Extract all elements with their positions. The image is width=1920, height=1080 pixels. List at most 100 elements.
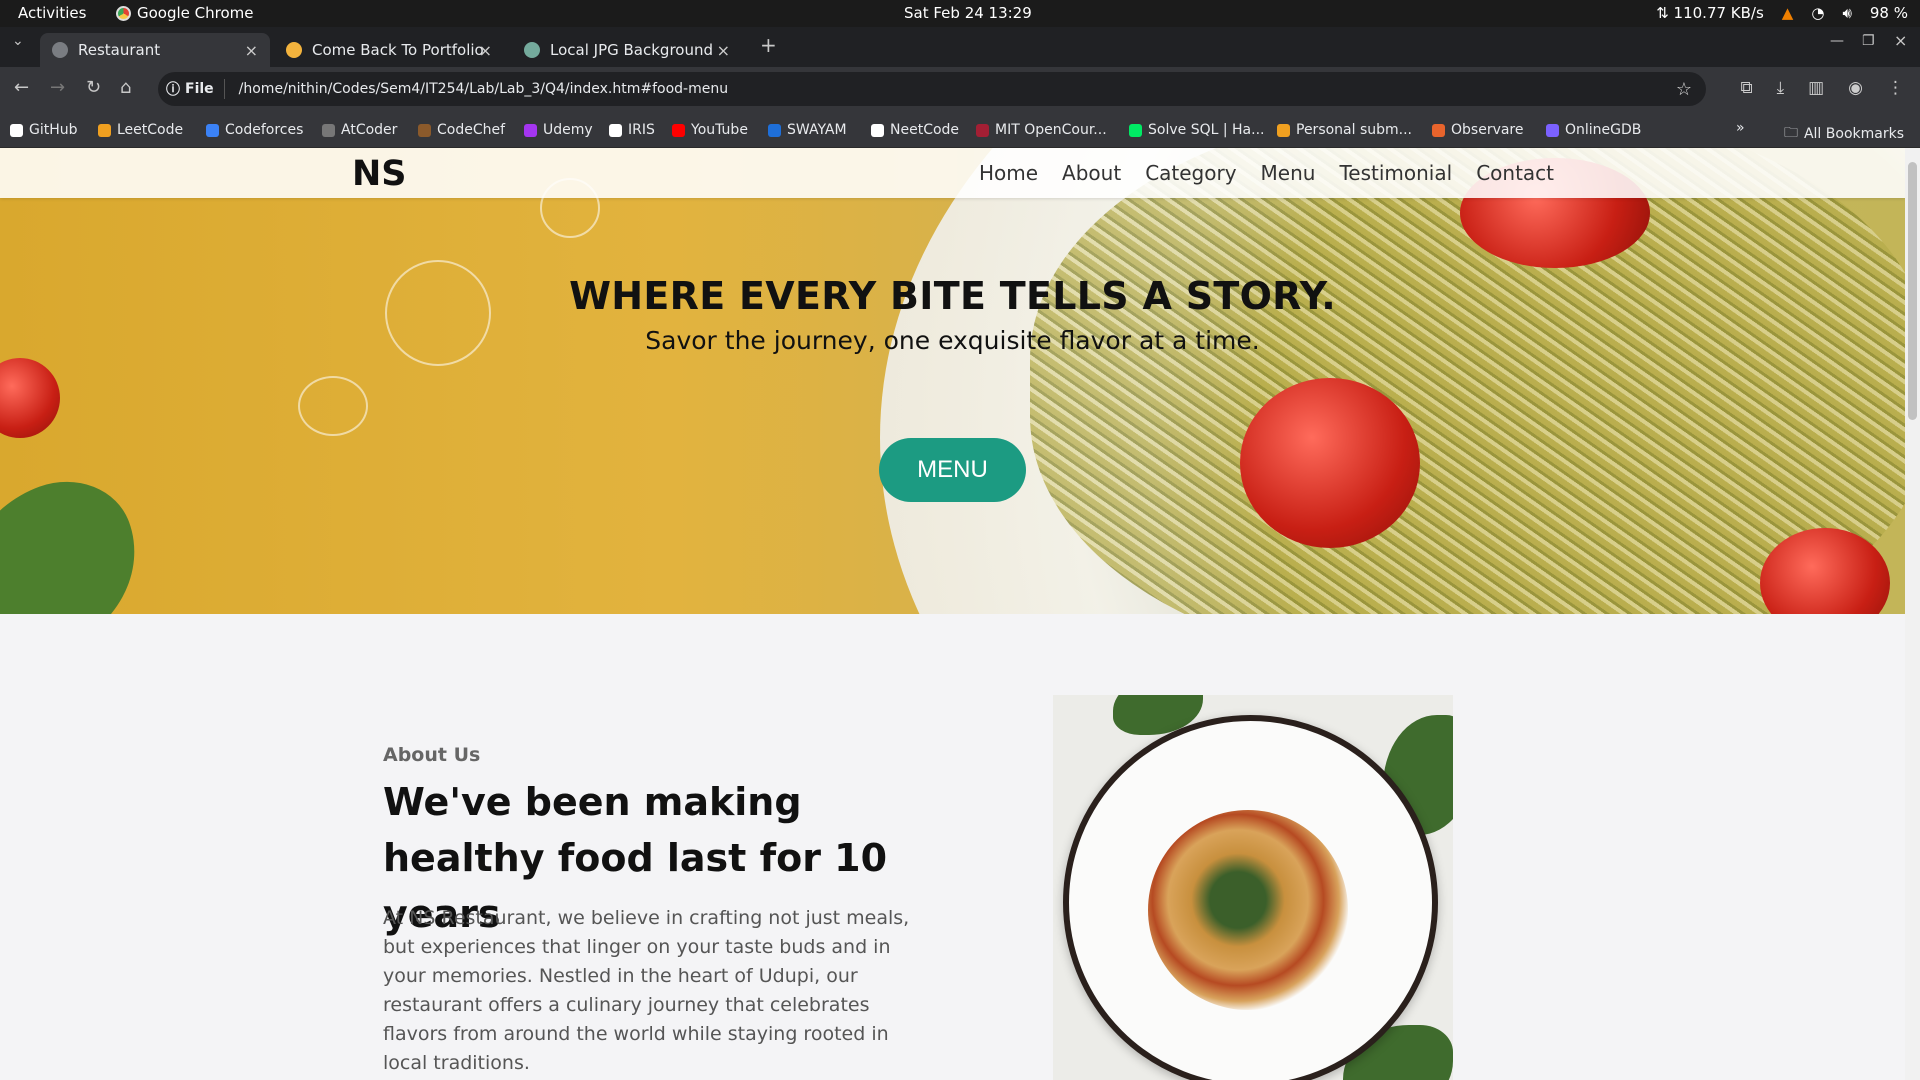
bookmark-favicon-icon	[871, 123, 884, 137]
url-text[interactable]: /home/nithin/Codes/Sem4/IT254/Lab/Lab_3/…	[239, 81, 728, 97]
site-navbar: NS Home About Category Menu Testimonial …	[0, 148, 1905, 198]
minimize-icon[interactable]: —	[1830, 33, 1844, 49]
bookmark-label: IRIS	[628, 122, 655, 138]
bookmark-star-icon[interactable]: ☆	[1676, 79, 1692, 100]
bookmark-item[interactable]: Codeforces	[206, 122, 303, 138]
bookmark-item[interactable]: Solve SQL | Ha...	[1129, 122, 1264, 138]
more-menu-icon[interactable]: ⋮	[1887, 78, 1904, 98]
clock[interactable]: Sat Feb 24 13:29	[904, 4, 1032, 22]
site-info-chip[interactable]: ⓘ File	[158, 79, 225, 99]
tab-local-jpg[interactable]: Local JPG Background A ×	[512, 33, 742, 67]
bookmarks-overflow-icon[interactable]: »	[1736, 120, 1745, 136]
bookmark-favicon-icon	[10, 123, 23, 137]
close-tab-icon[interactable]: ×	[479, 41, 492, 60]
tomato-image	[1240, 378, 1420, 548]
network-speed: ⇅ 110.77 KB/s	[1656, 4, 1764, 22]
about-paragraph: At NS Restaurant, we believe in crafting…	[383, 907, 910, 1074]
nav-link-menu[interactable]: Menu	[1261, 161, 1316, 185]
nav-link-testimonial[interactable]: Testimonial	[1339, 161, 1452, 185]
address-bar[interactable]: ⓘ File /home/nithin/Codes/Sem4/IT254/Lab…	[158, 72, 1706, 106]
close-tab-icon[interactable]: ×	[245, 41, 258, 60]
site-logo[interactable]: NS	[352, 154, 407, 194]
bookmark-item[interactable]: CodeChef	[418, 122, 505, 138]
app-name: Google Chrome	[137, 4, 254, 22]
activities-button[interactable]: Activities	[18, 4, 86, 22]
bookmark-favicon-icon	[1546, 123, 1559, 137]
vlc-icon: ▲	[1781, 4, 1794, 22]
bookmark-label: GitHub	[29, 122, 78, 138]
scrollbar-thumb[interactable]	[1908, 162, 1917, 420]
home-icon[interactable]: ⌂	[120, 77, 131, 98]
bookmark-favicon-icon	[609, 123, 622, 137]
profile-avatar[interactable]: ◉	[1848, 78, 1863, 98]
bookmark-item[interactable]: OnlineGDB	[1546, 122, 1641, 138]
bookmark-label: LeetCode	[117, 122, 184, 138]
nav-link-contact[interactable]: Contact	[1476, 161, 1554, 185]
folder-icon: 🗀	[1783, 125, 1798, 141]
chrome-icon	[116, 5, 131, 21]
bookmark-label: NeetCode	[890, 122, 960, 138]
side-panel-icon[interactable]: ▥	[1808, 78, 1824, 98]
basil-image	[0, 462, 162, 614]
tab-title: Local JPG Background A	[550, 41, 718, 59]
bookmark-favicon-icon	[98, 123, 111, 137]
toolbar-actions: ⧉ ⤓ ▥ ◉ ⋮	[1740, 78, 1904, 98]
bookmark-label: YouTube	[691, 122, 748, 138]
hero-section: NS Home About Category Menu Testimonial …	[0, 148, 1905, 614]
bookmark-label: SWAYAM	[787, 122, 847, 138]
bookmark-label: MIT OpenCour...	[995, 122, 1107, 138]
status-area[interactable]: ⇅ 110.77 KB/s ▲ ◔ 🔊︎ 98 %	[1656, 4, 1908, 22]
bookmark-item[interactable]: IRIS	[609, 122, 655, 138]
bookmark-favicon-icon	[672, 123, 685, 137]
tab-title: Come Back To Portfolio	[312, 41, 484, 59]
bookmark-item[interactable]: SWAYAM	[768, 122, 847, 138]
tab-search-icon[interactable]: ⌄	[12, 33, 24, 49]
bookmark-item[interactable]: GitHub	[10, 122, 78, 138]
bookmark-item[interactable]: Personal subm...	[1277, 122, 1412, 138]
nav-link-home[interactable]: Home	[979, 161, 1038, 185]
back-icon[interactable]: ←	[14, 77, 29, 98]
page-scrollbar[interactable]	[1905, 148, 1920, 1080]
bookmark-item[interactable]: AtCoder	[322, 122, 397, 138]
hero-subtitle: Savor the journey, one exquisite flavor …	[645, 326, 1260, 355]
close-window-icon[interactable]: ×	[1894, 31, 1907, 50]
portfolio-favicon-icon	[286, 42, 302, 58]
bookmark-item[interactable]: MIT OpenCour...	[976, 122, 1107, 138]
bookmark-favicon-icon	[418, 123, 431, 137]
bookmark-label: OnlineGDB	[1565, 122, 1642, 138]
nav-link-category[interactable]: Category	[1145, 161, 1236, 185]
menu-button[interactable]: MENU	[879, 438, 1026, 502]
page-viewport: NS Home About Category Menu Testimonial …	[0, 148, 1905, 1080]
reload-icon[interactable]: ↻	[86, 77, 101, 98]
globe-icon	[52, 42, 68, 58]
bookmark-item[interactable]: LeetCode	[98, 122, 183, 138]
bookmark-favicon-icon	[524, 123, 537, 137]
fusilli-pasta-image	[1148, 810, 1348, 1010]
download-icon[interactable]: ⤓	[1777, 78, 1785, 98]
new-tab-icon[interactable]: +	[760, 33, 777, 57]
bookmark-item[interactable]: Udemy	[524, 122, 593, 138]
all-bookmarks[interactable]: 🗀 All Bookmarks	[1784, 122, 1904, 146]
close-tab-icon[interactable]: ×	[717, 41, 730, 60]
bookmark-favicon-icon	[976, 123, 989, 137]
bookmark-item[interactable]: YouTube	[672, 122, 748, 138]
about-label: About Us	[383, 744, 481, 766]
tab-restaurant[interactable]: Restaurant ×	[40, 33, 270, 67]
extensions-icon[interactable]: ⧉	[1740, 78, 1752, 98]
forward-icon[interactable]: →	[50, 77, 65, 98]
tab-strip: ⌄ Restaurant × Come Back To Portfolio × …	[0, 27, 1920, 67]
bookmark-favicon-icon	[322, 123, 335, 137]
about-section: About Us We've been making healthy food …	[0, 614, 1905, 1080]
bookmark-item[interactable]: Observare	[1432, 122, 1524, 138]
tab-portfolio[interactable]: Come Back To Portfolio ×	[274, 33, 504, 67]
nav-links: Home About Category Menu Testimonial Con…	[979, 161, 1554, 185]
browser-toolbar: ← → ↻ ⌂ ⓘ File /home/nithin/Codes/Sem4/I…	[0, 67, 1920, 112]
app-menu[interactable]: Google Chrome	[116, 4, 254, 22]
scheme-label: File	[185, 81, 214, 97]
nav-link-about[interactable]: About	[1062, 161, 1121, 185]
wifi-icon: ◔	[1811, 4, 1825, 22]
bookmark-item[interactable]: NeetCode	[871, 122, 959, 138]
restore-icon[interactable]: ❐	[1862, 33, 1875, 49]
bookmark-label: CodeChef	[437, 122, 506, 138]
chatgpt-favicon-icon	[524, 42, 540, 58]
